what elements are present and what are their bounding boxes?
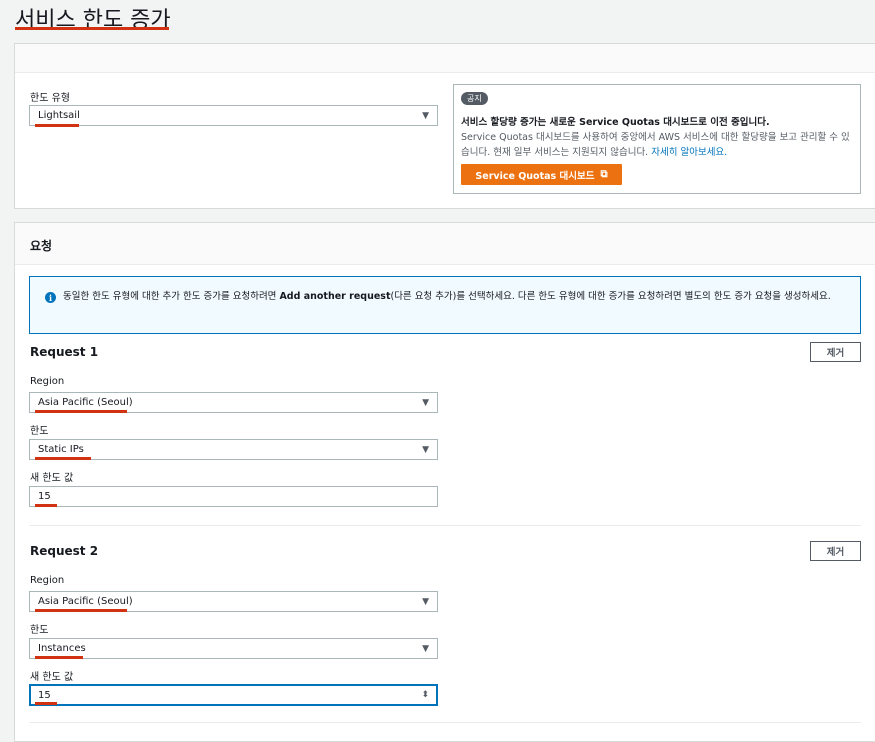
request-2-region-label: Region: [30, 575, 65, 586]
request-1-limit-value: Static IPs: [38, 444, 84, 455]
limit-type-label: 한도 유형: [30, 93, 70, 104]
request-1-region-value: Asia Pacific (Seoul): [38, 397, 133, 408]
info-text-suffix: (다른 요청 추가)를 선택하세요. 다른 한도 유형에 대한 증가를 요청하려…: [390, 291, 831, 302]
request-1-limit-label: 한도: [30, 426, 49, 437]
highlight-underline: [35, 702, 57, 705]
panel-header: [15, 44, 875, 73]
request-divider: [29, 525, 861, 526]
highlight-underline: [35, 656, 83, 659]
service-quotas-button[interactable]: Service Quotas 대시보드 ⧉: [461, 164, 622, 185]
limit-type-value: Lightsail: [38, 110, 80, 121]
highlight-underline: [35, 124, 79, 127]
highlight-underline: [35, 410, 127, 413]
service-quotas-button-label: Service Quotas 대시보드: [475, 170, 595, 182]
request-1-new-value-input[interactable]: 15: [29, 486, 438, 507]
info-icon: i: [45, 292, 56, 303]
learn-more-link[interactable]: 자세히 알아보세요.: [651, 147, 727, 158]
request-1-new-value: 15: [38, 491, 51, 502]
requests-panel-header: [15, 223, 875, 265]
request-2-limit-label: 한도: [30, 625, 49, 636]
highlight-underline: [35, 609, 127, 612]
request-2-limit-select[interactable]: Instances ▼: [29, 638, 438, 659]
info-alert: [29, 276, 861, 334]
request-2-limit-value: Instances: [38, 643, 86, 654]
request-2-new-value-input[interactable]: 15 ⬍: [29, 684, 438, 706]
request-2-new-value: 15: [38, 689, 51, 701]
request-2-new-value-label: 새 한도 값: [30, 672, 74, 683]
limit-type-select[interactable]: Lightsail ▼: [29, 105, 438, 126]
notice-title: 서비스 할당량 증가는 새로운 Service Quotas 대시보드로 이전 …: [461, 117, 770, 128]
requests-panel-title: 요청: [30, 239, 53, 253]
caret-down-icon: ▼: [422, 397, 429, 408]
request-2-remove-button[interactable]: 제거: [810, 541, 861, 561]
caret-down-icon: ▼: [422, 444, 429, 455]
request-1-remove-button[interactable]: 제거: [810, 342, 861, 362]
caret-down-icon: ▼: [422, 596, 429, 607]
highlight-underline: [35, 457, 91, 460]
stepper-icon[interactable]: ⬍: [421, 690, 429, 700]
notice-body: Service Quotas 대시보드를 사용하여 중앙에서 AWS 서비스에 …: [461, 130, 853, 160]
request-1-region-label: Region: [30, 376, 65, 387]
caret-down-icon: ▼: [422, 110, 429, 121]
info-text-bold: Add another request: [279, 291, 391, 302]
request-1-new-value-label: 새 한도 값: [30, 473, 74, 484]
request-2-region-value: Asia Pacific (Seoul): [38, 596, 133, 607]
external-link-icon: ⧉: [600, 169, 608, 180]
notice-badge: 공지: [461, 92, 488, 105]
request-divider: [29, 722, 861, 723]
info-text: 동일한 한도 유형에 대한 추가 한도 증가를 요청하려면 Add anothe…: [63, 289, 848, 304]
request-1-title: Request 1: [30, 345, 99, 359]
highlight-underline: [35, 504, 57, 507]
caret-down-icon: ▼: [422, 643, 429, 654]
request-2-title: Request 2: [30, 544, 99, 558]
info-text-prefix: 동일한 한도 유형에 대한 추가 한도 증가를 요청하려면: [63, 291, 280, 302]
highlight-underline: [15, 27, 169, 30]
